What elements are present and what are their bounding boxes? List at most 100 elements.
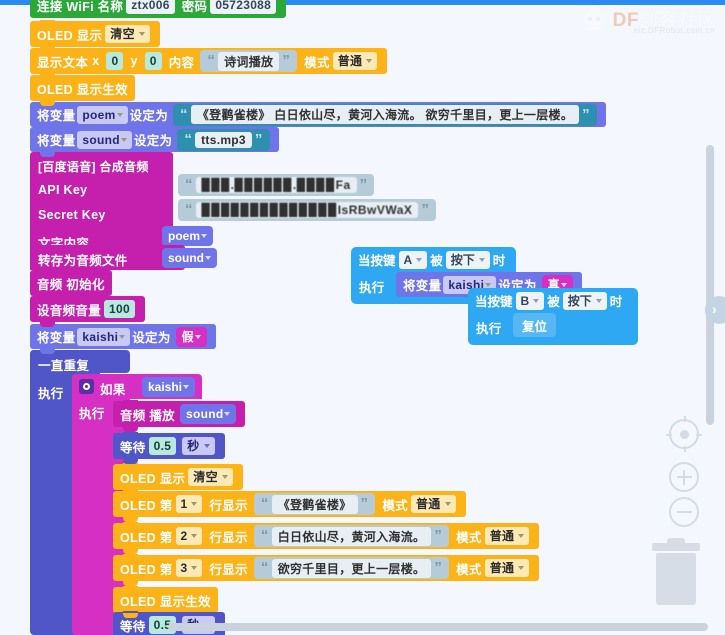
oled-line-1-string[interactable]: “ 《登鹳雀楼》 ” — [253, 493, 376, 515]
event-a-body-label: 将变量 — [403, 279, 442, 293]
event-a-do-label: 执行 — [359, 281, 385, 295]
blockly-workspace[interactable]: DF创客社区 mc.DFRobot.com.cn 连接 WiFi 名称 ztx0… — [0, 0, 725, 635]
oled-line-2-prefix: OLED 第 — [120, 530, 173, 545]
show-text-content-string[interactable]: “ 诗词播放 ” — [200, 50, 298, 72]
show-text-x-label: x — [92, 54, 100, 68]
set-sound-label: 将变量 — [37, 134, 76, 148]
oled-line-1-mode-label: 模式 — [382, 498, 408, 513]
block-oled-clear-2[interactable]: OLED 显示 清空 — [113, 463, 243, 495]
block-oled-line-2[interactable]: OLED 第 2 行显示 “ 白日依山尽，黄河入海流。 ” 模式 普通 — [113, 522, 540, 554]
block-oled-line-1[interactable]: OLED 第 1 行显示 “ 《登鹳雀楼》 ” 模式 普通 — [113, 490, 466, 522]
quote-close-icon: ” — [421, 201, 429, 218]
chevron-down-icon — [221, 475, 228, 479]
block-set-variable-kaishi[interactable]: 将变量 kaishi 设定为 假 — [30, 323, 216, 354]
vertical-scrollbar[interactable] — [706, 145, 714, 425]
oled-line-1-mode-dropdown[interactable]: 普通 — [410, 495, 456, 513]
oled-clear-2-mode-dropdown[interactable]: 清空 — [188, 468, 233, 486]
if-gear-icon[interactable] — [79, 379, 94, 394]
oled-line-3-mode-dropdown[interactable]: 普通 — [484, 559, 530, 577]
zoom-in-button[interactable] — [669, 462, 699, 492]
oled-line-2-mode-dropdown[interactable]: 普通 — [484, 527, 530, 545]
block-baidu-tts[interactable]: [百度语音] 合成音频 API Key Secret Key 文字内容 — [30, 152, 173, 260]
zoom-out-button[interactable] — [669, 497, 699, 527]
baidu-save-var-reporter[interactable]: sound — [162, 248, 217, 268]
if-do-label: 执行 — [79, 407, 105, 421]
block-set-variable-poem[interactable]: 将变量 poem 设定为 “ 《登鹳雀楼》 白日依山尽，黄河入海流。 欲穷千里目… — [30, 101, 606, 132]
wifi-ssid-field[interactable]: ztx006 — [126, 0, 175, 14]
set-sound-var-dropdown[interactable]: sound — [77, 130, 132, 149]
baidu-secret-key-value: ▉▉▉▉▉▉▉▉▉▉▉▉▉▉IsRBwVWaX — [195, 202, 419, 218]
edge-round-button[interactable]: › — [705, 296, 725, 324]
audio-play-label: 音频 播放 — [120, 408, 175, 423]
center-workspace-button[interactable] — [666, 416, 702, 452]
wait-1-label: 等待 — [120, 440, 146, 455]
set-poem-var-dropdown[interactable]: poem — [77, 105, 128, 124]
oled-line-2-number-dropdown[interactable]: 2 — [175, 527, 203, 545]
event-a-action-dropdown[interactable]: 按下 — [445, 250, 490, 269]
chevron-down-icon — [191, 502, 198, 506]
set-poem-to-label: 设定为 — [129, 109, 169, 123]
show-text-y-field[interactable]: 0 — [144, 52, 162, 70]
gear-dot — [83, 383, 90, 390]
set-poem-label: 将变量 — [37, 109, 76, 123]
chevron-down-icon — [478, 257, 485, 262]
oled-line-1-number-dropdown[interactable]: 1 — [175, 495, 203, 513]
block-connect-wifi[interactable]: 连接 WiFi 名称 ztx006 密码 05723088 — [30, 0, 287, 18]
block-oled-line-3[interactable]: OLED 第 3 行显示 “ 欲穷千里目，更上一层楼。 ” 模式 普通 — [113, 554, 540, 586]
baidu-secret-key-string[interactable]: “ ▉▉▉▉▉▉▉▉▉▉▉▉▉▉IsRBwVWaX ” — [178, 199, 436, 221]
baidu-text-var-reporter[interactable]: poem — [162, 226, 214, 246]
wifi-password-field[interactable]: 05723088 — [210, 0, 277, 14]
event-a-mid: 被 — [430, 254, 443, 268]
block-wait-1[interactable]: 等待 0.5 秒 — [113, 432, 225, 464]
audio-volume-field[interactable]: 100 — [104, 300, 135, 318]
show-text-x-field[interactable]: 0 — [106, 52, 124, 70]
audio-volume-label: 设音频音量 — [37, 303, 102, 318]
chevron-down-icon — [518, 566, 525, 570]
wait-2-label: 等待 — [120, 619, 146, 634]
horizontal-scrollbar[interactable] — [168, 623, 708, 631]
minus-icon — [676, 511, 692, 513]
quote-close-icon: ” — [359, 176, 368, 193]
block-set-variable-sound[interactable]: 将变量 sound 设定为 “ tts.mp3 ” — [30, 126, 279, 157]
trash-can-icon[interactable] — [652, 538, 700, 605]
set-kaishi-var-dropdown[interactable]: kaishi — [77, 327, 131, 346]
if-condition-var-reporter[interactable]: kaishi — [142, 377, 196, 397]
oled-line-3-string[interactable]: “ 欲穷千里目，更上一层楼。 ” — [253, 557, 450, 579]
oled-line-2-mid: 行显示 — [209, 530, 248, 545]
baidu-save-label: 转存为音频文件 — [38, 254, 128, 268]
show-text-mode-label: 模式 — [304, 55, 330, 70]
set-sound-value-string[interactable]: “ tts.mp3 ” — [177, 128, 270, 151]
event-b-body-label: 复位 — [522, 319, 548, 334]
crosshair-target-icon — [679, 429, 689, 439]
chevron-down-icon — [116, 112, 123, 117]
wifi-password-label: 密码 — [181, 0, 208, 14]
oled-line-2-string[interactable]: “ 白日依山尽，黄河入海流。 ” — [253, 525, 450, 547]
event-a-prefix: 当按键 — [358, 254, 396, 268]
chevron-down-icon — [183, 385, 190, 389]
event-key-a-header: 当按键 A 被 按下 时 — [351, 247, 512, 272]
wait-1-value-field[interactable]: 0.5 — [148, 437, 177, 455]
block-oled-apply-2[interactable]: OLED 显示生效 — [113, 586, 218, 618]
quote-close-icon: ” — [582, 105, 590, 123]
block-reset[interactable]: 复位 — [513, 313, 557, 337]
event-b-key-dropdown[interactable]: B — [515, 291, 545, 310]
event-b-prefix: 当按键 — [475, 295, 513, 309]
block-audio-play[interactable]: 音频 播放 sound — [113, 400, 246, 432]
baidu-api-key-string[interactable]: “ ▉▉▉.▉▉▉▉▉▉.▉▉▉▉Fa ” — [178, 174, 375, 196]
block-show-text[interactable]: 显示文本 x 0 y 0 内容 “ 诗词播放 ” 模式 普通 — [30, 47, 388, 79]
set-kaishi-to-label: 设定为 — [132, 331, 171, 345]
block-oled-clear-1[interactable]: OLED 显示 清空 — [30, 20, 160, 52]
show-text-mode-dropdown[interactable]: 普通 — [332, 52, 378, 70]
event-a-key-dropdown[interactable]: A — [398, 250, 428, 269]
show-text-content-label: 内容 — [168, 55, 195, 70]
watermark-url: mc.DFRobot.com.cn — [633, 26, 715, 35]
oled-line-3-number-dropdown[interactable]: 3 — [175, 559, 203, 577]
set-kaishi-value-boolean[interactable]: 假 — [175, 326, 207, 347]
set-poem-value-string[interactable]: “ 《登鹳雀楼》 白日依山尽，黄河入海流。 欲穷千里目，更上一层楼。 ” — [173, 103, 597, 126]
oled-clear-mode-dropdown[interactable]: 清空 — [105, 25, 150, 43]
audio-play-var-reporter[interactable]: sound — [179, 404, 237, 424]
wait-1-unit-dropdown[interactable]: 秒 — [182, 437, 215, 455]
forever-label: 一直重复 — [38, 359, 90, 373]
event-b-action-dropdown[interactable]: 按下 — [562, 291, 607, 310]
block-audio-init[interactable]: 音频 初始化 — [30, 269, 112, 301]
